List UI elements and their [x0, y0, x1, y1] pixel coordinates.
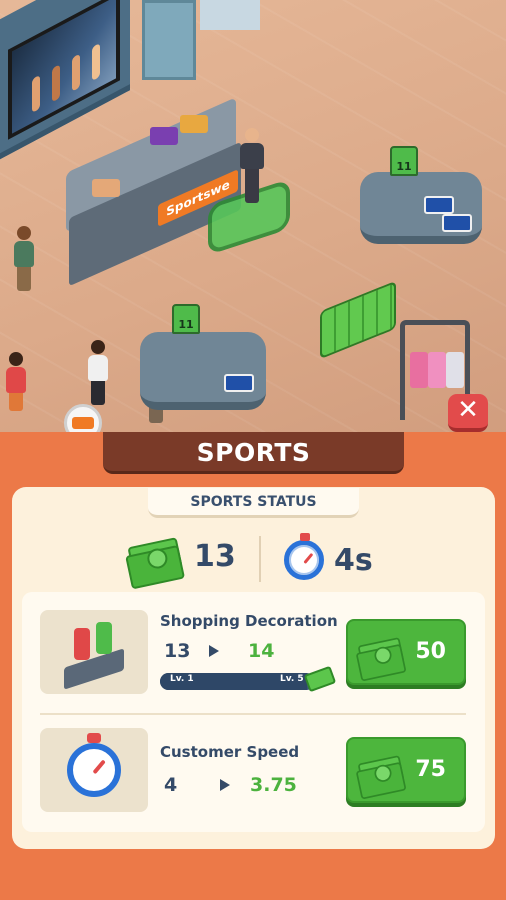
- stopwatch-icon: [67, 733, 121, 797]
- cash-icon: [357, 755, 405, 789]
- time-value: 4s: [334, 542, 373, 578]
- store-scene[interactable]: Sportswe 11 11 ✕: [0, 0, 506, 440]
- product-box: [150, 127, 178, 145]
- product-box: [224, 374, 254, 392]
- upgrade-next-value: 3.75: [250, 774, 297, 796]
- upgrade-name: Customer Speed: [160, 743, 300, 761]
- store-door: [200, 0, 260, 30]
- level-end-label: Lv. 5: [280, 674, 304, 684]
- jersey-item: 11: [390, 146, 418, 176]
- display-table[interactable]: [140, 332, 266, 410]
- jersey-item: 11: [172, 304, 200, 334]
- mannequin-icon: [74, 628, 90, 660]
- cash-value: 13: [194, 539, 236, 574]
- time-stat: 4s: [284, 533, 373, 580]
- arrow-right-icon: [220, 779, 230, 791]
- product-box: [180, 115, 208, 133]
- upgrade-current-value: 13: [164, 640, 191, 662]
- manager-character: [240, 128, 264, 203]
- product-box: [424, 196, 454, 214]
- upgrade-name: Shopping Decoration: [160, 612, 338, 630]
- level-progress-bar: Lv. 1 Lv. 5: [160, 673, 315, 690]
- level-start-label: Lv. 1: [170, 674, 194, 684]
- display-table[interactable]: [360, 172, 482, 244]
- display-shelf: [142, 0, 196, 80]
- close-button[interactable]: ✕: [448, 394, 488, 432]
- upgrade-buy-button[interactable]: 75: [346, 737, 466, 803]
- stat-divider: [259, 536, 261, 582]
- panel-title: SPORTS: [103, 432, 404, 474]
- upgrade-price: 50: [415, 639, 446, 664]
- arrow-right-icon: [209, 645, 219, 657]
- upgrade-next-value: 14: [248, 640, 275, 662]
- status-label: SPORTS STATUS: [148, 488, 359, 518]
- row-divider: [40, 713, 466, 715]
- product-box: [92, 179, 120, 197]
- upgrade-price: 75: [415, 757, 446, 782]
- cash-icon: [357, 637, 405, 671]
- upgrade-thumbnail: [40, 610, 148, 694]
- product-box: [442, 214, 472, 232]
- upgrade-thumbnail: [40, 728, 148, 812]
- cash-icon: [127, 536, 183, 577]
- stopwatch-icon: [284, 533, 324, 580]
- customer: [6, 352, 26, 411]
- upgrade-current-value: 4: [164, 774, 178, 796]
- upgrade-buy-button[interactable]: 50: [346, 619, 466, 685]
- customer: [14, 226, 34, 291]
- cash-stat: 13: [127, 536, 236, 577]
- customer: [88, 340, 108, 405]
